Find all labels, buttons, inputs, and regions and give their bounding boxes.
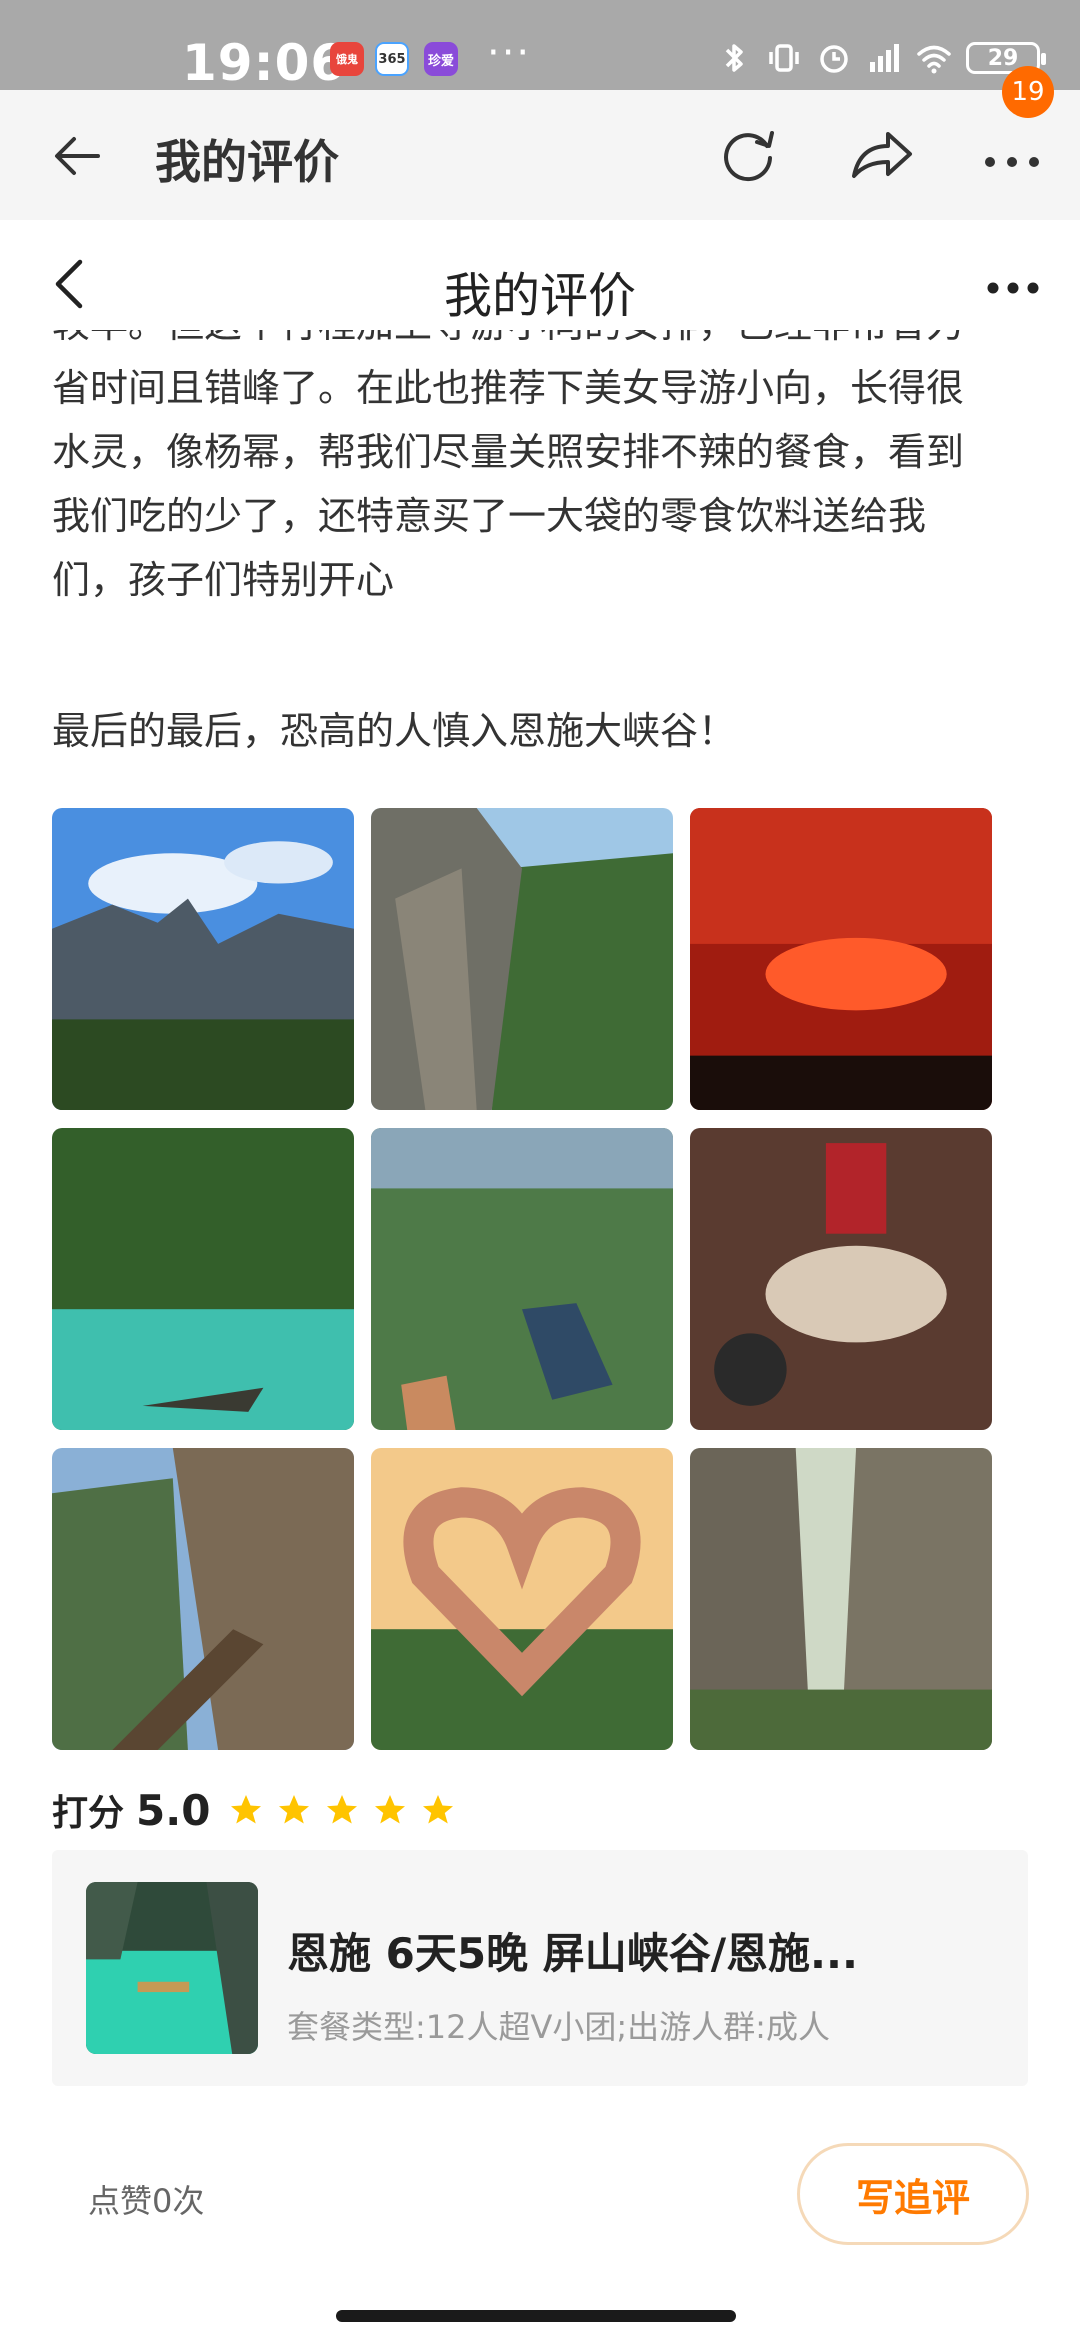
product-title: 恩施 6天5晚 屏山峡谷/恩施... (287, 1929, 858, 1978)
vibrate-icon (769, 44, 799, 72)
heart-hands-sunset-photo[interactable] (371, 1448, 673, 1750)
review-final-line: 最后的最后，恐高的人慎入恩施大峡谷！ (52, 709, 737, 753)
star-icon (327, 1795, 358, 1824)
review-line: 省时间且错峰了。在此也推荐下美女导游小向，长得很 (52, 366, 965, 410)
product-card[interactable]: 恩施 6天5晚 屏山峡谷/恩施... 套餐类型:12人超V小团;出游人群:成人 (52, 1850, 1028, 2086)
status-time: 19:06 (182, 34, 347, 92)
rating-row: 打分 5.0 (52, 1784, 456, 1836)
page-title: 我的评价 (443, 268, 636, 324)
product-subtitle: 套餐类型:12人超V小团;出游人群:成人 (287, 2008, 830, 2046)
star-icon (231, 1795, 262, 1824)
star-icon (279, 1795, 310, 1824)
plank-road-photo[interactable] (371, 808, 673, 1110)
canyon-photo[interactable] (690, 1448, 992, 1750)
review-line-clipped: 较早。但这个行程加上导游小向的安排，已经非常省力 (52, 330, 1042, 356)
write-follow-up-review-button[interactable]: 写追评 (797, 2143, 1029, 2245)
bluetooth-icon (725, 44, 743, 72)
share-icon[interactable] (848, 124, 914, 186)
star-icon (423, 1795, 454, 1824)
app-notification-icon: 饿鬼 (330, 42, 364, 76)
star-icon (375, 1795, 406, 1824)
likes-count[interactable]: 点赞0次 (88, 2176, 204, 2222)
back-arrow-icon[interactable] (48, 126, 108, 186)
browser-toolbar: 我的评价 19 (0, 66, 1080, 220)
calendar-app-icon: 365 (375, 42, 409, 76)
more-notifications-icon: ··· (487, 30, 532, 76)
product-thumbnail (86, 1882, 258, 2054)
cliff-sky-photo[interactable] (52, 808, 354, 1110)
signal-icon (870, 44, 899, 72)
more-icon[interactable] (985, 278, 1041, 298)
review-line: 们，孩子们特别开心 (52, 558, 395, 602)
refresh-icon[interactable] (715, 122, 781, 188)
river-boat-photo[interactable] (52, 1128, 354, 1430)
rating-label: 打分 (52, 1793, 125, 1834)
red-stage-show-photo[interactable] (690, 808, 992, 1110)
review-line: 我们吃的少了，还特意买了一大袋的零食饮料送给我 (52, 494, 927, 538)
rating-score: 5.0 (136, 1785, 211, 1835)
review-text: 较早。但这个行程加上导游小向的安排，已经非常省力 省时间且错峰了。在此也推荐下美… (52, 330, 1042, 612)
status-bar: 19:06 饿鬼 365 珍爱 ··· 29 (0, 0, 1080, 92)
alarm-icon (820, 45, 848, 73)
banquet-dinner-photo[interactable] (690, 1128, 992, 1430)
review-line: 水灵，像杨幂，帮我们尽量关照安排不辣的餐食，看到 (52, 430, 965, 474)
photo-grid (52, 808, 996, 1750)
more-menu-icon[interactable] (982, 138, 1042, 178)
notification-badge: 19 (1002, 66, 1054, 118)
cliff-walkway-photo[interactable] (52, 1448, 354, 1750)
dating-app-icon: 珍爱 (424, 42, 458, 76)
wifi-icon (917, 45, 951, 74)
browser-title: 我的评价 (155, 135, 339, 189)
glass-walkway-photo[interactable] (371, 1128, 673, 1430)
home-indicator[interactable] (336, 2310, 736, 2322)
